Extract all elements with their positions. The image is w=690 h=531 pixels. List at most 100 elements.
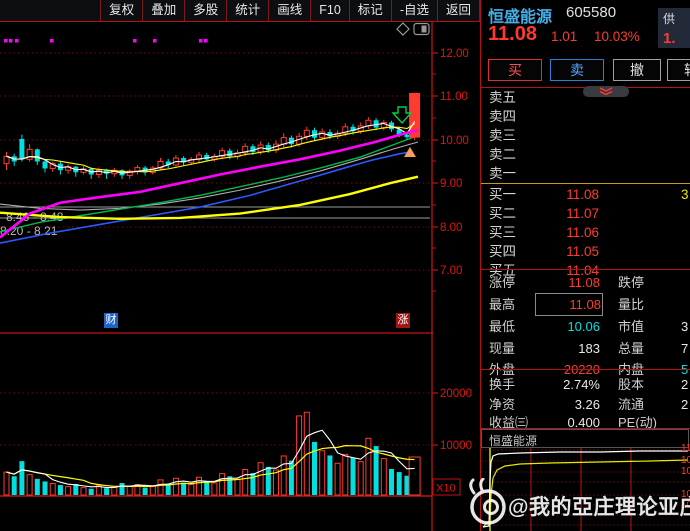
toolbar-button-6[interactable]: F10 [310, 0, 349, 21]
price-change: 1.01 [551, 29, 577, 44]
stock-app-window: 12.0011.0010.009.008.007.002000010000X10… [0, 0, 690, 531]
svg-text:10000: 10000 [440, 440, 472, 452]
magenta-dot-marker [153, 39, 157, 43]
ask-row[interactable]: 卖三 [481, 126, 690, 145]
svg-text:12.00: 12.00 [440, 48, 469, 60]
separator [481, 369, 690, 370]
indicator-badge-zhang[interactable]: 涨 [396, 313, 410, 328]
bid-label: 买四 [489, 242, 516, 261]
stat-value: 2 [681, 374, 688, 395]
toolbar-button-9[interactable]: 返回 [437, 0, 480, 21]
trade-button-4[interactable]: 转 [667, 59, 690, 81]
stat-label: 涨停 [489, 272, 515, 293]
volume-unit-label: X10 [433, 479, 460, 495]
bid-price: 11.08 [539, 185, 599, 204]
svg-text:10.00: 10.00 [440, 135, 469, 147]
mini-chart-tab[interactable]: 恒盛能源 [481, 429, 689, 448]
magenta-dot-marker [199, 39, 203, 43]
toolbar-button-4[interactable]: 统计 [226, 0, 268, 21]
separator [481, 183, 690, 184]
green-arrow-marker [393, 107, 411, 123]
toolbar-button-3[interactable]: 多股 [184, 0, 226, 21]
bid-row[interactable]: 买一 11.08 3 [481, 185, 690, 204]
stock-code: 605580 [566, 4, 616, 21]
bid-label: 买二 [489, 204, 516, 223]
bid-row[interactable]: 买四 11.05 [481, 242, 690, 261]
bid-volume: 3 [681, 185, 689, 204]
panel-layout-icon-bar [422, 26, 427, 33]
bid-row[interactable]: 买二 11.07 [481, 204, 690, 223]
stat-label: 跌停 [618, 272, 644, 293]
floating-quote-name: 供 [663, 10, 690, 27]
magenta-dot-marker [133, 39, 137, 43]
magenta-dot-marker [15, 39, 19, 43]
diamond-icon[interactable] [397, 23, 409, 35]
price-gridlines: 12.0011.0010.009.008.007.002000010000 [0, 21, 480, 531]
ask-label: 卖三 [489, 126, 516, 145]
stats-row: 换手 2.74% 股本 2 [481, 374, 690, 395]
bid-label: 买三 [489, 223, 516, 242]
signal-markers [4, 39, 416, 157]
intraday-mini-chart[interactable] [481, 448, 690, 531]
trade-button-2[interactable]: 卖 [550, 59, 604, 81]
floating-quote-price: 1. [663, 30, 690, 47]
toolbar-button-1[interactable]: 复权 [100, 0, 142, 21]
svg-text:7.00: 7.00 [440, 265, 462, 277]
stat-value: 2.74% [536, 374, 600, 395]
stats-row: 最高11.08量比 [481, 294, 690, 315]
bid-label: 买一 [489, 185, 516, 204]
stat-label: 总量 [618, 338, 644, 359]
stat-value: 7 [681, 338, 688, 359]
stat-label: 最低 [489, 316, 515, 337]
floating-quote-box[interactable]: 供 1. [658, 8, 690, 48]
ask-row[interactable]: 卖二 [481, 145, 690, 164]
toolbar-button-8[interactable]: -自选 [391, 0, 437, 21]
trade-button-1[interactable]: 买 [488, 59, 542, 81]
stat-value: 183 [536, 338, 600, 359]
top-toolbar: 复权叠加多股统计画线F10标记-自选返回 [0, 0, 480, 22]
indicator-badge-cai[interactable]: 财 [104, 313, 118, 328]
stat-label: 股本 [618, 374, 644, 395]
stat-label: 市值 [618, 316, 644, 337]
bid-row[interactable]: 买三11.06 [481, 223, 690, 242]
ask-row[interactable]: 卖四 [481, 107, 690, 126]
svg-text:8.00: 8.00 [440, 222, 462, 234]
ask-label: 卖四 [489, 107, 516, 126]
stat-value: 10.06 [536, 316, 600, 337]
separator [481, 269, 690, 270]
bid-price: 11.05 [539, 242, 599, 261]
last-price: 11.08 [488, 23, 537, 46]
mini-avg-line [483, 460, 688, 527]
trade-button-3[interactable]: 撤 [613, 59, 661, 81]
ask-label: 卖二 [489, 145, 516, 164]
mini-axis-label: 10 [681, 490, 690, 500]
mini-axis-label: 10 [681, 501, 690, 511]
mini-axis-label: 10 [681, 456, 690, 466]
candles [4, 93, 420, 179]
toolbar-button-2[interactable]: 叠加 [142, 0, 184, 21]
magenta-dot-marker [4, 39, 8, 43]
toolbar-button-5[interactable]: 画线 [268, 0, 310, 21]
ask-row[interactable]: 卖一 [481, 164, 690, 183]
svg-text:11.00: 11.00 [440, 91, 468, 103]
candlestick-chart[interactable]: 12.0011.0010.009.008.007.002000010000X10… [0, 0, 480, 531]
magenta-dot-marker [50, 39, 54, 43]
toolbar-button-7[interactable]: 标记 [349, 0, 391, 21]
chart-corner-icons[interactable] [396, 22, 432, 36]
moving-averages [0, 135, 418, 243]
stats-row: 现量183总量7 [481, 338, 690, 359]
stat-value: 11.08 [536, 294, 602, 315]
orange-triangle-marker [404, 147, 416, 157]
price-change-percent: 10.03% [594, 29, 640, 44]
svg-text:X10: X10 [436, 483, 456, 495]
mini-axis-label: 10 [681, 467, 690, 477]
svg-text:20000: 20000 [440, 388, 472, 400]
stats-row: 最低10.06市值3 [481, 316, 690, 337]
ask-label: 卖一 [489, 164, 516, 183]
bid-price: 11.07 [539, 204, 599, 223]
stat-value: 11.08 [536, 272, 600, 293]
mini-chart-title: 恒盛能源 [489, 432, 537, 449]
stat-label: 换手 [489, 374, 515, 395]
stat-label: 量比 [618, 294, 644, 315]
ask-row[interactable]: 卖五 [481, 88, 690, 107]
